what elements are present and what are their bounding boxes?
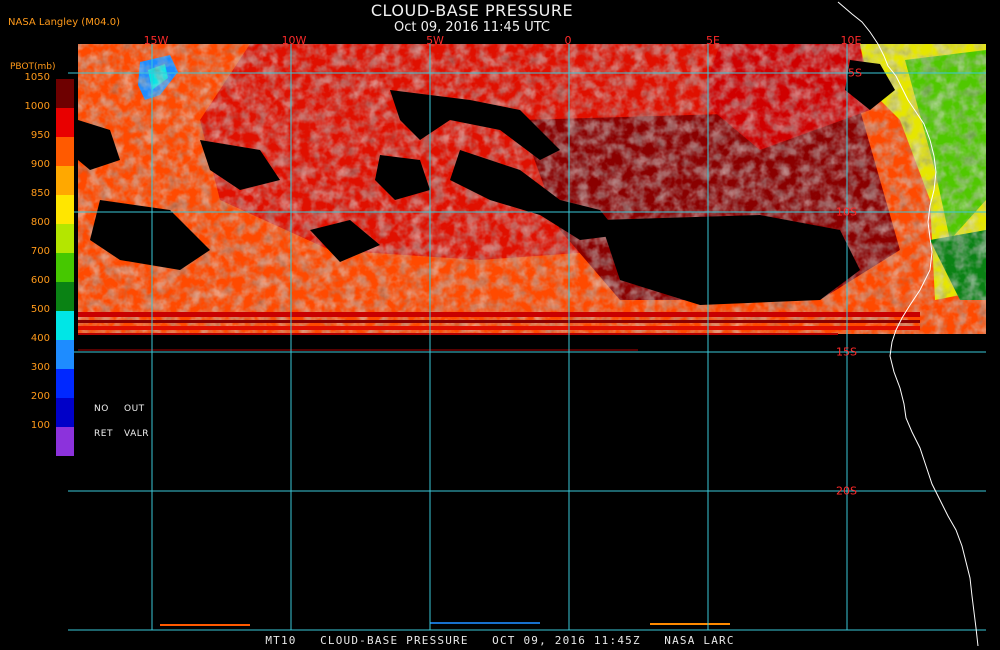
legend-swatch [56, 224, 74, 253]
legend-tick-label: 500 [30, 304, 50, 315]
legend-tick-label: 850 [30, 188, 50, 199]
legend-tick-label: 1050 [24, 72, 50, 83]
lat-label-10s: 10S [836, 205, 857, 219]
lat-label-20s: 20S [836, 484, 857, 498]
legend-tick-label: 100 [30, 420, 50, 431]
legend-units: PBOT(mb) [10, 62, 56, 72]
legend-note-ret: RET [94, 429, 113, 439]
legend-swatch [56, 108, 74, 137]
bottom-swath [160, 622, 730, 626]
legend-tick-label: 400 [30, 333, 50, 344]
legend-tick-label: 200 [30, 391, 50, 402]
legend-swatch [56, 166, 74, 195]
legend-swatch [56, 369, 74, 398]
lon-label-0: 0 [564, 34, 572, 47]
lat-label-15s: 15S [836, 345, 857, 359]
legend-tick-label: 700 [30, 246, 50, 257]
legend-swatch [56, 253, 74, 282]
lon-label-10w: 10W [281, 34, 307, 47]
page-subtitle: Oct 09, 2016 11:45 UTC [394, 20, 550, 35]
legend-swatch [56, 427, 74, 456]
cloud-map [56, 1, 986, 647]
legend-color-bar [56, 79, 74, 456]
legend-note-no: NO [94, 404, 109, 414]
legend-swatch [56, 137, 74, 166]
legend-swatch [56, 398, 74, 427]
legend-swatch [56, 340, 74, 369]
legend-swatch [56, 311, 74, 340]
lon-label-5w: 5W [426, 34, 444, 47]
lat-label-5s: 5S [848, 66, 862, 80]
lon-label-10e: 10E [840, 34, 862, 47]
legend-swatch [56, 79, 74, 108]
legend-tick-label: 800 [30, 217, 50, 228]
page-title: CLOUD-BASE PRESSURE [370, 1, 574, 20]
legend-note-out: OUT [124, 404, 145, 414]
lon-label-15w: 15W [143, 34, 169, 47]
credit-label: NASA Langley (M04.0) [8, 17, 120, 28]
legend-swatch [56, 195, 74, 224]
cloud-field [78, 44, 986, 334]
legend-tick-label: 1000 [24, 101, 50, 112]
legend-tick-label: 600 [30, 275, 50, 286]
footer-caption: MT10 CLOUD-BASE PRESSURE OCT 09, 2016 11… [265, 634, 735, 647]
lon-label-5e: 5E [706, 34, 720, 47]
legend-tick-label: 900 [30, 159, 50, 170]
legend-tick-label: 950 [30, 130, 50, 141]
legend-tick-label: 300 [30, 362, 50, 373]
legend-swatch [56, 282, 74, 311]
legend-note-valr: VALR [124, 429, 150, 439]
